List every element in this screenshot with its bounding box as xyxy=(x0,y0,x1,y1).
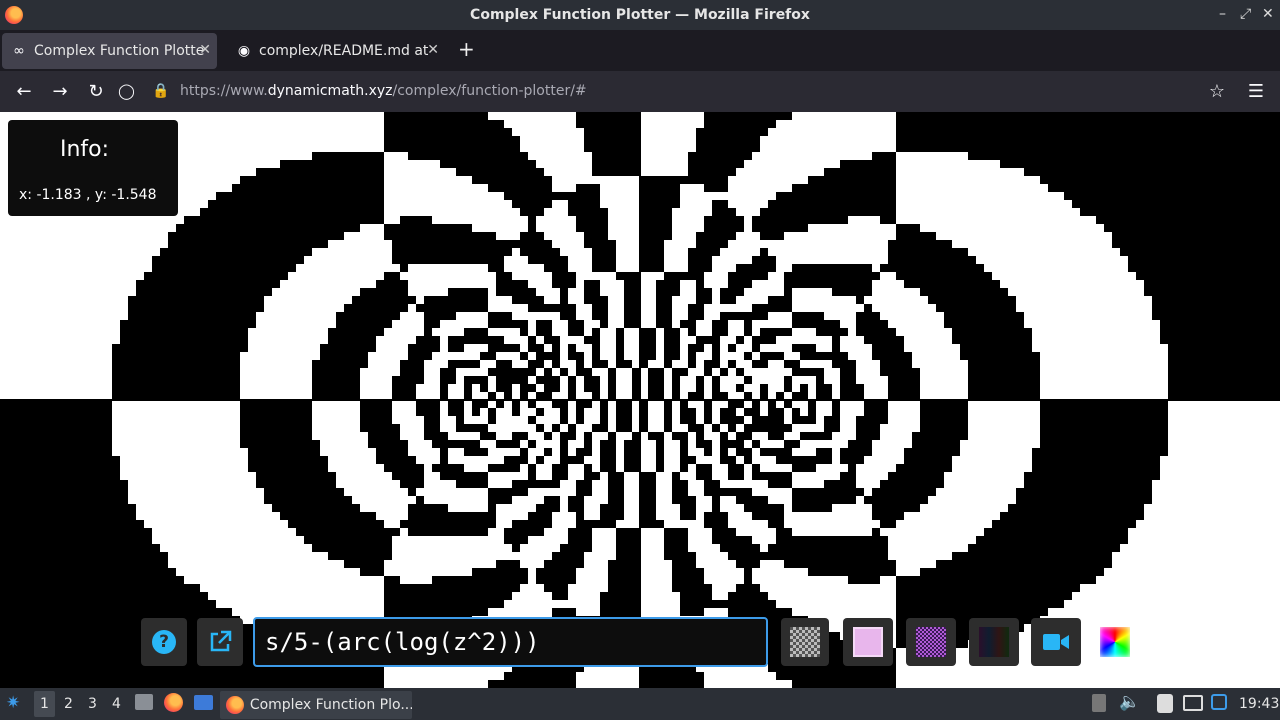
checkerboard-swatch-icon xyxy=(790,627,820,657)
cursor-coordinates: x: -1.183 , y: -1.548 xyxy=(19,187,157,203)
window-titlebar: Complex Function Plotter — Mozilla Firef… xyxy=(0,0,1280,30)
pink-pattern-button[interactable] xyxy=(843,618,893,666)
restore-icon[interactable]: ⤢ xyxy=(1240,6,1251,22)
forward-button[interactable]: → xyxy=(48,81,72,102)
infinity-icon: ∞ xyxy=(13,43,25,59)
workspace-4[interactable]: 4 xyxy=(112,696,121,712)
reload-button[interactable]: ↻ xyxy=(84,81,108,102)
video-camera-icon xyxy=(1043,634,1069,650)
plot-canvas[interactable] xyxy=(0,112,1280,688)
minimize-icon[interactable]: – xyxy=(1219,6,1226,22)
pink-grid-swatch-icon xyxy=(853,627,883,657)
checker-pattern xyxy=(0,112,1280,688)
color-wheel-icon xyxy=(1100,627,1130,657)
notification-icon[interactable] xyxy=(1211,694,1227,710)
bookmark-star-icon[interactable]: ☆ xyxy=(1205,81,1229,102)
url-host: dynamicmath.xyz xyxy=(267,83,393,99)
clock: 19:43 xyxy=(1239,696,1280,712)
tab-label: complex/README.md at xyxy=(259,43,429,59)
volume-icon[interactable]: 🔈 xyxy=(1119,692,1140,712)
window-title: Complex Function Plotter — Mozilla Firef… xyxy=(470,7,810,23)
record-video-button[interactable] xyxy=(1031,618,1081,666)
url-bar[interactable]: ◯ 🔒 https://www. dynamicmath.xyz/complex/… xyxy=(118,75,1238,107)
workspace-1[interactable]: 1 xyxy=(34,691,55,717)
taskbar-task-firefox[interactable]: Complex Function Plo... xyxy=(220,691,412,719)
color-wheel-button[interactable] xyxy=(1093,618,1137,666)
github-icon: ◉ xyxy=(237,43,251,59)
firefox-icon xyxy=(226,696,244,714)
function-input[interactable] xyxy=(253,617,768,667)
function-plot[interactable] xyxy=(0,112,1280,688)
help-icon: ? xyxy=(152,630,176,654)
tab-bar: ∞ Complex Function Plotter ✕ ◉ complex/R… xyxy=(0,30,1280,71)
clipboard-icon[interactable] xyxy=(1157,694,1173,713)
purple-texture-swatch-icon xyxy=(916,627,946,657)
tab-close-icon[interactable]: ✕ xyxy=(427,42,439,58)
taskbar: ✷ 1 2 3 4 Complex Function Plo... 🔈 19:4… xyxy=(0,688,1280,720)
tray-arrow-icon[interactable] xyxy=(1092,694,1106,712)
url-path: /complex/function-plotter/# xyxy=(392,83,587,99)
firefox-launcher-icon[interactable] xyxy=(164,693,183,712)
dark-spectrum-swatch-icon xyxy=(979,627,1009,657)
new-tab-button[interactable]: + xyxy=(458,37,475,61)
open-external-button[interactable] xyxy=(197,618,243,666)
file-manager-icon[interactable] xyxy=(135,694,153,710)
shield-icon[interactable]: ◯ xyxy=(118,82,152,100)
workspace-3[interactable]: 3 xyxy=(88,696,97,712)
purple-pattern-button[interactable] xyxy=(906,618,956,666)
menu-icon[interactable]: ☰ xyxy=(1244,81,1268,102)
dark-spectrum-button[interactable] xyxy=(969,618,1019,666)
info-title: Info: xyxy=(60,137,110,162)
firefox-logo-icon xyxy=(5,6,23,24)
tab-label: Complex Function Plotter xyxy=(34,43,204,59)
start-menu-icon[interactable]: ✷ xyxy=(6,693,20,713)
tab-close-icon[interactable]: ✕ xyxy=(199,42,211,58)
network-icon[interactable] xyxy=(1183,695,1203,711)
navigation-bar: ← → ↻ ◯ 🔒 https://www. dynamicmath.xyz/co… xyxy=(0,71,1280,112)
desktop-icon[interactable] xyxy=(194,695,213,710)
back-button[interactable]: ← xyxy=(12,81,36,102)
external-link-icon xyxy=(210,630,232,652)
task-label: Complex Function Plo... xyxy=(249,697,412,713)
workspace-2[interactable]: 2 xyxy=(64,696,73,712)
help-button[interactable]: ? xyxy=(141,618,187,666)
url-scheme: https://www. xyxy=(180,83,268,99)
tab-complex-function-plotter[interactable]: ∞ Complex Function Plotter ✕ xyxy=(2,33,217,69)
close-icon[interactable]: ✕ xyxy=(1262,6,1274,22)
tab-github-readme[interactable]: ◉ complex/README.md at ✕ xyxy=(227,33,445,69)
info-panel: Info: x: -1.183 , y: -1.548 xyxy=(8,120,178,216)
lock-icon[interactable]: 🔒 xyxy=(152,83,180,99)
checker-pattern-button[interactable] xyxy=(781,618,829,666)
